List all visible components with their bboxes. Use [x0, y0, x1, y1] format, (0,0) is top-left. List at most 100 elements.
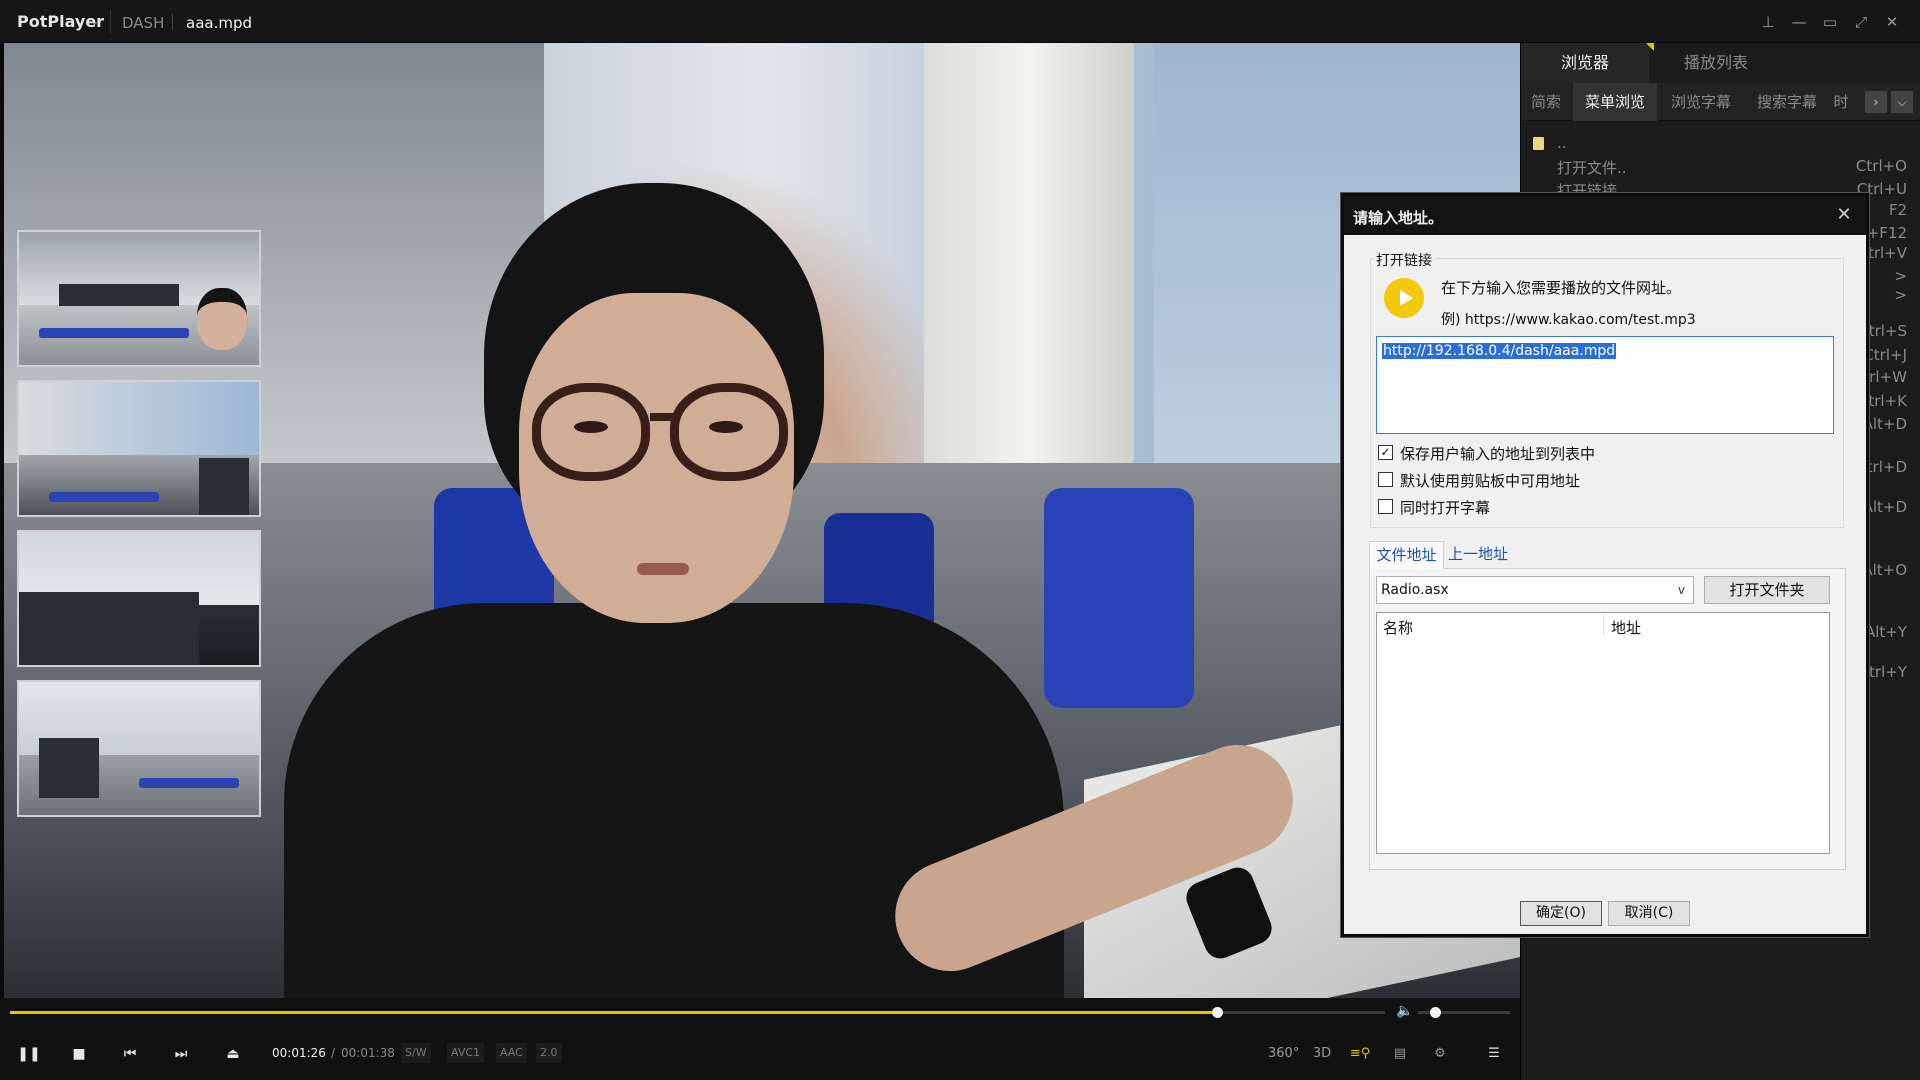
close-icon[interactable]: ✕ [1832, 203, 1856, 227]
panel-subtabs: 简索 菜单浏览 浏览字幕 搜索字幕 时 › ⌵ [1521, 83, 1920, 121]
subtab-search-subtitles[interactable]: 搜索字幕 [1745, 83, 1829, 121]
eject-icon[interactable]: ⏏ [220, 1041, 246, 1067]
total-time: 00:01:38 [341, 1046, 395, 1060]
close-button[interactable]: ✕ [1880, 10, 1904, 34]
person-face [197, 288, 247, 350]
audio-channels-badge[interactable]: 2.0 [536, 1043, 562, 1063]
menu-item-shortcut: F2 [1888, 201, 1907, 219]
subtab-more[interactable]: 时 [1831, 83, 1851, 121]
eye [574, 421, 608, 433]
gear-icon[interactable]: ⚙ [1426, 1041, 1454, 1067]
chevron-down-icon[interactable]: ⌵ [1891, 91, 1913, 113]
angle-thumbnail-4[interactable] [17, 680, 261, 817]
subtab-menu-browse[interactable]: 菜单浏览 [1573, 83, 1657, 121]
list-file-value: Radio.asx [1381, 582, 1449, 598]
control-bar: ❚❚ ■ ⏮ ⏭ ⏏ 00:01:26 / 00:01:38 S/W AVC1 … [0, 1028, 1520, 1080]
glasses-bridge [650, 413, 678, 421]
video-frame[interactable] [4, 43, 1520, 998]
seek-bar[interactable] [10, 1007, 1385, 1018]
column-header-name[interactable]: 名称 [1383, 617, 1413, 638]
url-input[interactable]: http://192.168.0.4/dash/aaa.mpd [1376, 336, 1834, 434]
seek-handle[interactable] [1212, 1007, 1224, 1018]
current-time: 00:01:26 [272, 1046, 326, 1060]
stop-icon[interactable]: ■ [66, 1041, 92, 1067]
3d-button[interactable]: 3D [1308, 1041, 1336, 1067]
open-folder-button[interactable]: 打开文件夹 [1704, 576, 1830, 604]
menu-item-shortcut: Ctrl+J [1863, 346, 1907, 364]
menu-item-shortcut: > [1894, 286, 1907, 304]
play-icon [1384, 278, 1424, 318]
menu-item-shortcut: trl+S [1868, 322, 1907, 340]
previous-icon[interactable]: ⏮ [117, 1041, 143, 1067]
angle-thumbnail-3[interactable] [17, 530, 261, 667]
title-divider [110, 10, 111, 34]
menu-item-shortcut: Alt+D [1862, 415, 1907, 433]
menu-icon[interactable]: ☰ [1480, 1041, 1508, 1067]
title-divider [172, 14, 173, 30]
next-icon[interactable]: ⏭ [168, 1041, 194, 1067]
menu-item-shortcut: Alt+Y [1864, 623, 1907, 641]
example-text: 例) https://www.kakao.com/test.mp3 [1441, 312, 1696, 328]
minimize-button[interactable]: — [1787, 10, 1811, 34]
pause-icon[interactable]: ❚❚ [16, 1041, 42, 1067]
playlist-search-icon[interactable]: ≡⚲ [1346, 1041, 1374, 1067]
video-codec-badge[interactable]: AVC1 [447, 1043, 485, 1063]
group-legend: 打开链接 [1373, 250, 1435, 270]
dialog-titlebar: 请输入地址。 ✕ [1344, 196, 1866, 235]
time-separator: / [331, 1046, 336, 1060]
menu-item-shortcut: Alt+D [1862, 498, 1907, 516]
tab-playlist[interactable]: 播放列表 [1651, 43, 1781, 83]
seek-bar-area: 🔈 [0, 998, 1520, 1028]
mouth [637, 563, 689, 575]
panel-tabs: 浏览器 播放列表 [1521, 43, 1920, 83]
open-url-dialog: 请输入地址。 ✕ 打开链接 在下方输入您需要播放的文件网址。 例) https:… [1341, 193, 1869, 937]
chevron-right-icon[interactable]: › [1865, 91, 1887, 113]
instruction-text: 在下方输入您需要播放的文件网址。 [1441, 279, 1682, 297]
checkbox[interactable]: ✓ [1378, 445, 1393, 460]
tab-file-address[interactable]: 文件地址 [1369, 541, 1444, 569]
volume-icon[interactable]: 🔈 [1396, 1003, 1413, 1019]
menu-item-shortcut: trl+Y [1869, 663, 1907, 681]
cancel-button[interactable]: 取消(C) [1608, 901, 1690, 926]
ok-button[interactable]: 确定(O) [1520, 901, 1602, 926]
vr-360-button[interactable]: 360° [1268, 1041, 1299, 1067]
maximize-button[interactable]: ▭ [1818, 10, 1842, 34]
angle-thumbnail-1[interactable] [17, 230, 261, 367]
pin-icon[interactable]: ⊥ [1756, 10, 1780, 34]
chevron-down-icon[interactable]: ⌵ [90, 14, 99, 29]
chevron-down-icon[interactable]: v [1678, 577, 1685, 603]
protocol-label: DASH [122, 14, 165, 32]
menu-item-shortcut: +F12 [1866, 224, 1907, 242]
angle-thumbnail-2[interactable] [17, 380, 261, 517]
chair [1044, 488, 1194, 708]
file-name: aaa.mpd [186, 14, 252, 32]
tab-previous-address[interactable]: 上一地址 [1448, 541, 1508, 569]
menu-item-shortcut: Ctrl+O [1855, 157, 1907, 175]
list-file-select[interactable]: Radio.asx v [1376, 576, 1694, 604]
dialog-title: 请输入地址。 [1353, 209, 1444, 227]
subtab-browse-subtitles[interactable]: 浏览字幕 [1659, 83, 1743, 121]
chapter-icon[interactable]: ▤ [1386, 1041, 1414, 1067]
volume-slider[interactable] [1418, 1007, 1510, 1018]
checkbox[interactable] [1378, 472, 1393, 487]
folder-icon [1533, 137, 1544, 150]
address-list[interactable]: 名称 地址 [1376, 612, 1830, 854]
seek-progress [10, 1011, 1218, 1014]
decoder-badge[interactable]: S/W [401, 1043, 431, 1063]
menu-item-label: 打开文件.. [1557, 159, 1627, 177]
audio-codec-badge[interactable]: AAC [496, 1043, 527, 1063]
menu-item-shortcut: trl+V [1867, 244, 1907, 262]
menu-item-shortcut: Alt+O [1862, 561, 1907, 579]
volume-handle[interactable] [1429, 1007, 1441, 1018]
fullscreen-button[interactable]: ⤢ [1849, 10, 1873, 34]
checkbox[interactable] [1378, 499, 1393, 514]
column-header-address[interactable]: 地址 [1611, 617, 1641, 638]
eye [709, 421, 743, 433]
tab-browser[interactable]: 浏览器 [1521, 43, 1649, 83]
menu-item-shortcut: rl+W [1869, 368, 1907, 386]
title-bar: PotPlayer ⌵ DASH aaa.mpd ⊥ — ▭ ⤢ ✕ [0, 0, 1920, 43]
column-divider[interactable] [1603, 613, 1604, 635]
menu-item-shortcut: trl+K [1868, 392, 1907, 410]
url-input-value[interactable]: http://192.168.0.4/dash/aaa.mpd [1382, 343, 1617, 359]
subtab-search[interactable]: 简索 [1521, 83, 1571, 121]
